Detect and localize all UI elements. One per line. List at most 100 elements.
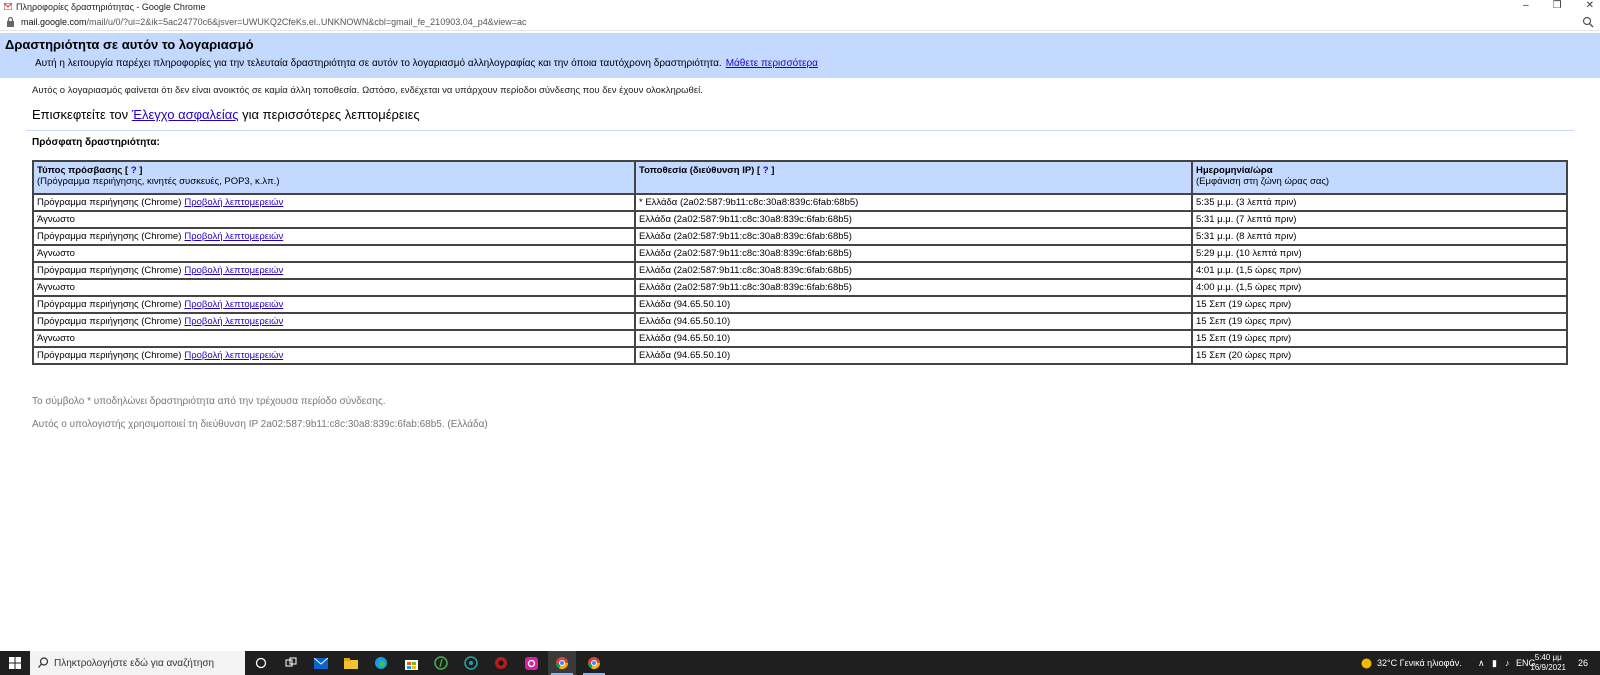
location-help-link[interactable]: ? bbox=[763, 165, 769, 176]
table-row: Πρόγραμμα περιήγησης (Chrome) Προβολή λεπ… bbox=[32, 193, 1568, 212]
lock-icon bbox=[7, 17, 14, 27]
location-text: Ελλάδα (2a02:587:9b11:c8c:30a8:839c:6fab… bbox=[639, 282, 852, 293]
activity-table: Τύπος πρόσβασης [ ? ] (Πρόγραμμα περιήγη… bbox=[32, 160, 1568, 365]
status-message: Αυτός ο λογαριασμός φαίνεται ότι δεν είν… bbox=[32, 85, 703, 96]
activity-banner: Δραστηριότητα σε αυτόν το λογαριασμό Αυτ… bbox=[0, 33, 1600, 78]
taskbar: Πληκτρολογήστε εδώ για αναζήτηση 32°C Γε… bbox=[0, 651, 1600, 675]
location-text: Ελλάδα (94.65.50.10) bbox=[639, 350, 731, 361]
volume-icon[interactable]: ♪ bbox=[1505, 651, 1510, 675]
page-title: Δραστηριότητα σε αυτόν το λογαριασμό bbox=[5, 37, 254, 52]
zoom-icon[interactable] bbox=[1582, 16, 1594, 28]
security-checkup-link[interactable]: Έλεγχο ασφαλείας bbox=[132, 107, 239, 122]
security-checkup-line: Επισκεφτείτε τον Έλεγχο ασφαλείας για πε… bbox=[32, 107, 420, 122]
divider bbox=[26, 130, 1574, 131]
access-type-cell: Άγνωστο bbox=[32, 329, 636, 348]
view-details-link[interactable]: Προβολή λεπτομερειών bbox=[184, 350, 283, 361]
access-type-text: Πρόγραμμα περιήγησης (Chrome) bbox=[37, 350, 182, 361]
address-bar[interactable]: mail.google.com/mail/u/0/?ui=2&ik=5ac247… bbox=[0, 15, 1600, 31]
table-row: Πρόγραμμα περιήγησης (Chrome) Προβολή λεπ… bbox=[32, 227, 1568, 246]
window-title-bar: Πληροφορίες δραστηριότητας - Google Chro… bbox=[0, 0, 1600, 14]
location-text: Ελλάδα (94.65.50.10) bbox=[639, 333, 731, 344]
date-time-cell: 15 Σεπ (19 ώρες πριν) bbox=[1191, 312, 1568, 331]
view-details-link[interactable]: Προβολή λεπτομερειών bbox=[184, 316, 283, 327]
start-button[interactable] bbox=[0, 651, 30, 675]
table-row: Άγνωστο Ελλάδα (2a02:587:9b11:c8c:30a8:83… bbox=[32, 278, 1568, 297]
access-type-help-link[interactable]: ? bbox=[131, 165, 137, 176]
location-cell: Ελλάδα (2a02:587:9b11:c8c:30a8:839c:6fab… bbox=[634, 227, 1193, 246]
red-circle-app-icon bbox=[495, 657, 507, 669]
table-row: Πρόγραμμα περιήγησης (Chrome) Προβολή λεπ… bbox=[32, 312, 1568, 331]
store-icon bbox=[404, 659, 418, 670]
chrome-button[interactable] bbox=[580, 651, 608, 675]
restore-button[interactable]: ❐ bbox=[1553, 0, 1562, 11]
access-type-cell: Άγνωστο bbox=[32, 278, 636, 297]
location-cell: Ελλάδα (94.65.50.10) bbox=[634, 312, 1193, 331]
network-icon[interactable]: ▮ bbox=[1492, 651, 1497, 675]
minimize-button[interactable]: – bbox=[1523, 0, 1529, 11]
location-cell: Ελλάδα (2a02:587:9b11:c8c:30a8:839c:6fab… bbox=[634, 210, 1193, 229]
chrome-icon bbox=[556, 657, 568, 670]
location-text: Ελλάδα (2a02:587:9b11:c8c:30a8:839c:6fab… bbox=[639, 265, 852, 276]
location-cell: * Ελλάδα (2a02:587:9b11:c8c:30a8:839c:6f… bbox=[634, 193, 1193, 212]
green-circle-app-icon bbox=[434, 656, 448, 670]
access-type-text: Πρόγραμμα περιήγησης (Chrome) bbox=[37, 316, 182, 327]
table-header-row: Τύπος πρόσβασης [ ? ] (Πρόγραμμα περιήγη… bbox=[32, 160, 1568, 195]
location-cell: Ελλάδα (94.65.50.10) bbox=[634, 295, 1193, 314]
view-details-link[interactable]: Προβολή λεπτομερειών bbox=[184, 265, 283, 276]
date-time-cell: 5:31 μ.μ. (7 λεπτά πριν) bbox=[1191, 210, 1568, 229]
folder-icon bbox=[344, 657, 358, 669]
task-view-icon bbox=[285, 657, 297, 667]
store-button[interactable] bbox=[398, 651, 424, 675]
location-cell: Ελλάδα (2a02:587:9b11:c8c:30a8:839c:6fab… bbox=[634, 244, 1193, 263]
app-button-3[interactable] bbox=[488, 651, 514, 675]
access-type-text: Άγνωστο bbox=[37, 333, 75, 344]
table-row: Πρόγραμμα περιήγησης (Chrome) Προβολή λεπ… bbox=[32, 261, 1568, 280]
clock[interactable]: 5:40 μμ 16/9/2021 bbox=[1530, 653, 1566, 673]
location-cell: Ελλάδα (2a02:587:9b11:c8c:30a8:839c:6fab… bbox=[634, 261, 1193, 280]
location-text: Ελλάδα (2a02:587:9b11:c8c:30a8:839c:6fab… bbox=[639, 248, 852, 259]
table-row: Άγνωστο Ελλάδα (94.65.50.10) 15 Σεπ (19 ώρ… bbox=[32, 329, 1568, 348]
location-cell: Ελλάδα (94.65.50.10) bbox=[634, 329, 1193, 348]
view-details-link[interactable]: Προβολή λεπτομερειών bbox=[184, 299, 283, 310]
close-button[interactable]: ✕ bbox=[1586, 0, 1594, 11]
header-date-time: Ημερομηνία/ώρα (Εμφάνιση στη ζώνη ώρας σ… bbox=[1191, 160, 1568, 195]
instagram-button[interactable] bbox=[518, 651, 544, 675]
access-type-text: Πρόγραμμα περιήγησης (Chrome) bbox=[37, 197, 182, 208]
table-row: Πρόγραμμα περιήγησης (Chrome) Προβολή λεπ… bbox=[32, 346, 1568, 365]
window-title: Πληροφορίες δραστηριότητας - Google Chro… bbox=[16, 2, 206, 12]
location-cell: Ελλάδα (2a02:587:9b11:c8c:30a8:839c:6fab… bbox=[634, 278, 1193, 297]
cortana-icon bbox=[255, 657, 267, 669]
access-type-text: Πρόγραμμα περιήγησης (Chrome) bbox=[37, 265, 182, 276]
date-time-cell: 15 Σεπ (19 ώρες πριν) bbox=[1191, 329, 1568, 348]
header-access-type: Τύπος πρόσβασης [ ? ] (Πρόγραμμα περιήγη… bbox=[32, 160, 636, 195]
tray-chevron-icon[interactable]: ∧ bbox=[1478, 651, 1485, 675]
instagram-icon bbox=[524, 656, 538, 670]
taskbar-search-input[interactable]: Πληκτρολογήστε εδώ για αναζήτηση bbox=[30, 651, 245, 675]
learn-more-link[interactable]: Μάθετε περισσότερα bbox=[726, 58, 818, 69]
location-text: Ελλάδα (2a02:587:9b11:c8c:30a8:839c:6fab… bbox=[639, 214, 852, 225]
file-explorer-button[interactable] bbox=[338, 651, 364, 675]
edge-button[interactable] bbox=[368, 651, 394, 675]
task-view-button[interactable] bbox=[278, 651, 304, 675]
cortana-button[interactable] bbox=[248, 651, 274, 675]
edge-icon bbox=[375, 657, 387, 669]
teal-circle-app-icon bbox=[464, 656, 478, 670]
access-type-cell: Άγνωστο bbox=[32, 210, 636, 229]
weather-widget[interactable]: 32°C Γενικά ηλιοφάν. bbox=[1360, 651, 1462, 675]
view-details-link[interactable]: Προβολή λεπτομερειών bbox=[184, 197, 283, 208]
banner-description: Αυτή η λειτουργία παρέχει πληροφορίες γι… bbox=[35, 58, 818, 69]
chrome-button-active[interactable] bbox=[548, 651, 576, 675]
chrome-icon bbox=[588, 657, 600, 670]
access-type-cell: Πρόγραμμα περιήγησης (Chrome) Προβολή λεπ… bbox=[32, 227, 636, 246]
view-details-link[interactable]: Προβολή λεπτομερειών bbox=[184, 231, 283, 242]
access-type-cell: Πρόγραμμα περιήγησης (Chrome) Προβολή λεπ… bbox=[32, 295, 636, 314]
url-text[interactable]: mail.google.com/mail/u/0/?ui=2&ik=5ac247… bbox=[21, 17, 527, 27]
app-button-1[interactable] bbox=[428, 651, 454, 675]
date-time-cell: 15 Σεπ (19 ώρες πριν) bbox=[1191, 295, 1568, 314]
mail-app-button[interactable] bbox=[308, 651, 334, 675]
app-button-2[interactable] bbox=[458, 651, 484, 675]
notification-center-icon[interactable]: 26 bbox=[1578, 651, 1588, 675]
gmail-icon bbox=[4, 3, 12, 10]
mail-icon bbox=[314, 657, 328, 669]
location-cell: Ελλάδα (94.65.50.10) bbox=[634, 346, 1193, 365]
